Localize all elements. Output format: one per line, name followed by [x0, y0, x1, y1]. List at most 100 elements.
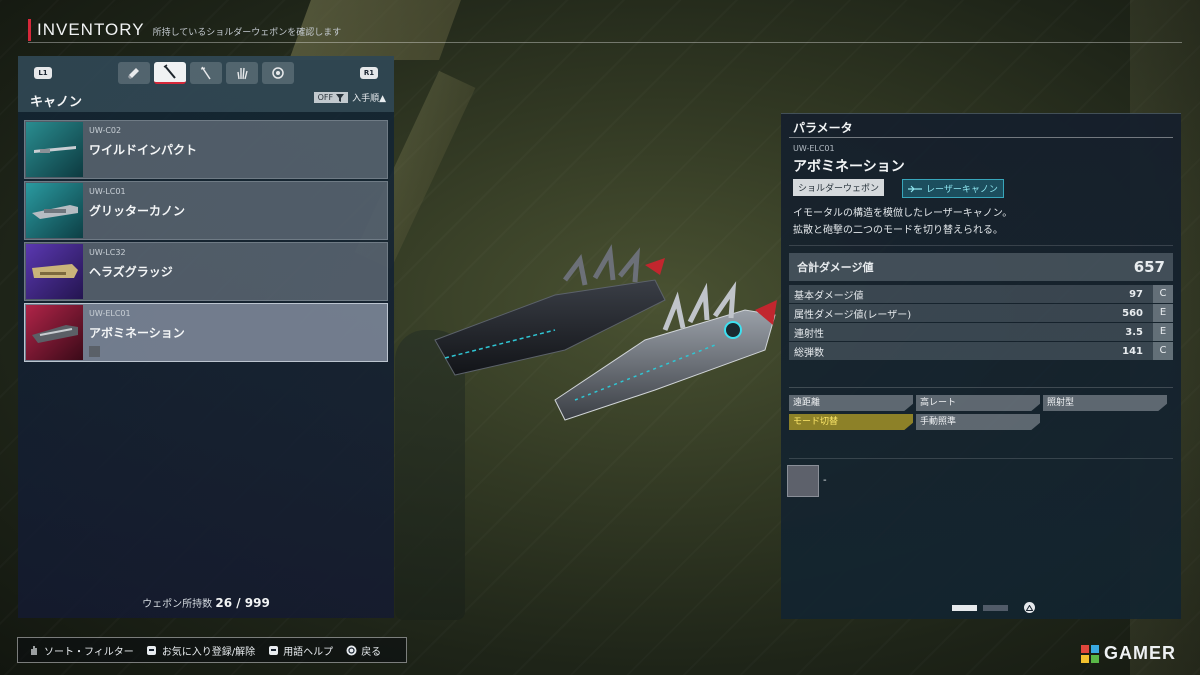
- stat-row: 連射性 3.5 E: [789, 323, 1173, 341]
- tab-blade[interactable]: [190, 62, 222, 84]
- gamer-watermark-text: GAMER: [1104, 643, 1176, 663]
- stat-label: 連射性: [794, 328, 824, 340]
- filter-icon: [336, 93, 345, 102]
- button-glyph-icon: [146, 644, 158, 656]
- weapon-model-preview: [434, 244, 777, 421]
- weapon-list-item-selected[interactable]: UW-ELC01 アボミネーション: [24, 303, 388, 362]
- weapon-name: ヘラズグラッジ: [89, 265, 173, 279]
- stat-row: 属性ダメージ値(レーザー) 560 E: [789, 304, 1173, 322]
- trait-tag[interactable]: 照射型: [1043, 395, 1167, 411]
- weapon-list-item[interactable]: UW-LC01 グリッターカノン: [24, 181, 388, 240]
- filter-badge[interactable]: OFF: [313, 92, 349, 103]
- r1-button[interactable]: R1: [360, 67, 378, 79]
- section-divider: [789, 245, 1173, 246]
- page-dot[interactable]: [983, 604, 1008, 611]
- stat-grade: E: [1153, 323, 1173, 341]
- stat-value: 97: [1129, 288, 1143, 300]
- parameter-panel: パラメータ UW-ELC01 アボミネーション ショルダーウェポン レーザーキャ…: [781, 113, 1181, 619]
- l1-button[interactable]: L1: [34, 67, 52, 79]
- module-icon: [272, 67, 284, 79]
- blade-icon: [200, 66, 211, 80]
- weapon-list-item[interactable]: UW-C02 ワイルドインパクト: [24, 120, 388, 179]
- stat-value: 3.5: [1125, 326, 1143, 338]
- stat-row: 総弾数 141 C: [789, 342, 1173, 360]
- stat-grade: C: [1153, 342, 1173, 360]
- attachment-slot-text: -: [823, 475, 827, 486]
- stat-label: 基本ダメージ値: [794, 290, 864, 302]
- category-tab-bar: L1 R1 キャノン OFF 入手順▲: [18, 56, 394, 112]
- weapon-thumbnail: [26, 244, 83, 299]
- stat-value: 141: [1122, 345, 1143, 357]
- total-damage-row: 合計ダメージ値 657: [789, 253, 1173, 281]
- trait-tags: 遠距離 高レート 照射型 モード切替 手動照準: [789, 395, 1173, 430]
- page-dot-active[interactable]: [952, 604, 977, 611]
- gamer-watermark: GAMER: [1080, 643, 1176, 664]
- screen-title: INVENTORY: [37, 20, 145, 39]
- tab-module[interactable]: [262, 62, 294, 84]
- trait-tag[interactable]: 高レート: [916, 395, 1040, 411]
- screen-header: INVENTORY 所持しているショルダーウェポンを確認します: [28, 18, 341, 42]
- laser-icon: [908, 185, 922, 192]
- favorite-marker: [89, 346, 100, 357]
- sort-label[interactable]: 入手順▲: [352, 91, 386, 104]
- tab-hand[interactable]: [226, 62, 258, 84]
- weapon-list-panel: L1 R1 キャノン OFF 入手順▲ UW-C02 ワイルドインパクト UW-…: [18, 56, 394, 618]
- page-indicator: [952, 602, 1035, 613]
- button-glyph-icon: [267, 644, 279, 656]
- trait-tag-highlighted[interactable]: モード切替: [789, 414, 913, 430]
- shoulder-weapon-icon: [163, 64, 176, 79]
- weapon-thumbnail: [26, 183, 83, 238]
- weapon-name: ワイルドインパクト: [89, 143, 198, 157]
- category-tabs: [118, 62, 294, 84]
- weapon-thumbnail: [26, 305, 83, 360]
- weapon-type-tag: ショルダーウェポン: [793, 179, 885, 196]
- weapon-thumbnail: [26, 122, 83, 177]
- trait-tag[interactable]: 遠距離: [789, 395, 913, 411]
- weapon-subtype-label: レーザーキャノン: [926, 185, 998, 195]
- help-favorite-label: お気に入り登録/解除: [161, 646, 256, 658]
- controls-help-bar: ソート・フィルター お気に入り登録/解除 用語ヘルプ 戻る: [17, 637, 407, 663]
- header-divider: [28, 42, 1182, 43]
- help-favorite[interactable]: お気に入り登録/解除: [146, 643, 255, 658]
- panel-title-divider: [789, 137, 1173, 138]
- help-glossary[interactable]: 用語ヘルプ: [267, 643, 333, 658]
- help-glossary-label: 用語ヘルプ: [283, 646, 334, 658]
- filter-state: OFF: [317, 93, 334, 102]
- weapon-code: UW-C02: [89, 126, 122, 135]
- section-divider: [789, 458, 1173, 459]
- tab-shoulder-weapon[interactable]: [154, 62, 186, 84]
- help-back[interactable]: 戻る: [345, 643, 381, 658]
- help-back-label: 戻る: [361, 646, 382, 658]
- stat-list: 基本ダメージ値 97 C 属性ダメージ値(レーザー) 560 E 連射性 3.5…: [789, 285, 1173, 361]
- weapon-count-value: 26 / 999: [215, 596, 270, 610]
- tab-shield[interactable]: [118, 62, 150, 84]
- touchpad-icon: [28, 644, 40, 656]
- gamer-logo-icon: [1081, 644, 1099, 663]
- weapon-name: グリッターカノン: [89, 204, 186, 218]
- stat-grade: E: [1153, 304, 1173, 322]
- total-damage-label: 合計ダメージ値: [797, 261, 874, 274]
- triangle-button-icon[interactable]: [1024, 602, 1035, 613]
- weapon-list-item[interactable]: UW-LC32 ヘラズグラッジ: [24, 242, 388, 301]
- trait-tag[interactable]: 手動照準: [916, 414, 1040, 430]
- circle-button-icon: [345, 644, 357, 656]
- category-label: キャノン: [30, 95, 83, 110]
- sort-filter-control[interactable]: OFF 入手順▲: [313, 91, 386, 104]
- weapon-subtype-tag: レーザーキャノン: [902, 179, 1004, 198]
- weapon-list: UW-C02 ワイルドインパクト UW-LC01 グリッターカノン UW-LC3…: [24, 120, 388, 364]
- weapon-description: イモータルの構造を模倣したレーザーキャノン。 拡散と砲撃の二つのモードを切り替え…: [793, 205, 1012, 239]
- selected-weapon-code: UW-ELC01: [793, 144, 835, 153]
- section-divider: [789, 387, 1173, 388]
- help-sort-filter-label: ソート・フィルター: [44, 646, 134, 658]
- description-line: 拡散と砲撃の二つのモードを切り替えられる。: [793, 225, 1003, 236]
- stat-label: 属性ダメージ値(レーザー): [794, 309, 912, 321]
- stat-row: 基本ダメージ値 97 C: [789, 285, 1173, 303]
- shield-icon: [128, 68, 139, 79]
- weapon-code: UW-LC01: [89, 187, 126, 196]
- selected-weapon-name: アボミネーション: [793, 159, 905, 175]
- attachment-slot[interactable]: [787, 465, 819, 497]
- description-line: イモータルの構造を模倣したレーザーキャノン。: [793, 208, 1013, 219]
- screen-subtitle: 所持しているショルダーウェポンを確認します: [152, 28, 342, 38]
- help-sort-filter[interactable]: ソート・フィルター: [28, 643, 134, 658]
- hand-icon: [237, 67, 248, 80]
